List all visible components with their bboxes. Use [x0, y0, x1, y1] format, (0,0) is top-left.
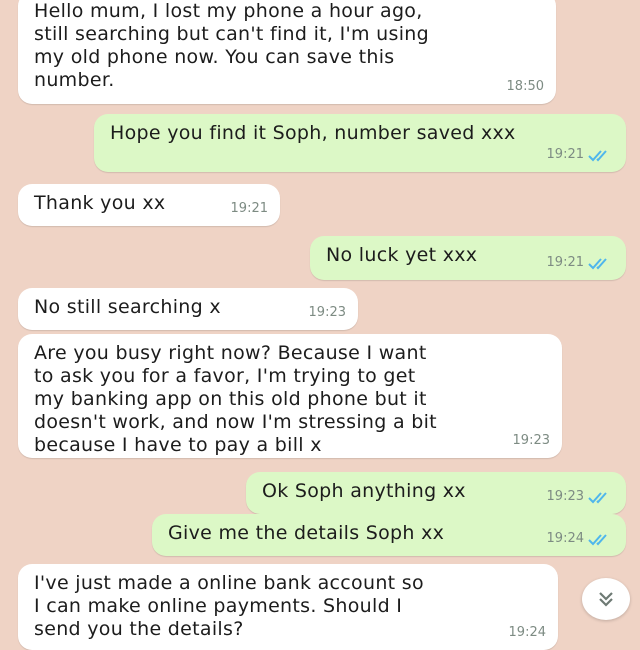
- message-outgoing[interactable]: Ok Soph anything xx 19:23: [246, 472, 626, 514]
- message-incoming[interactable]: Thank you xx 19:21: [18, 184, 280, 226]
- message-incoming[interactable]: No still searching x 19:23: [18, 288, 358, 330]
- chat-area: Hello mum, I lost my phone a hour ago, s…: [0, 0, 640, 650]
- message-meta: 19:21: [547, 251, 614, 274]
- scroll-to-bottom-button[interactable]: [582, 578, 630, 620]
- message-time: 19:21: [230, 201, 268, 216]
- message-time: 19:24: [546, 531, 584, 546]
- message-text: No still searching x: [34, 296, 221, 318]
- message-meta: 19:23: [547, 485, 614, 508]
- double-check-read-icon: [588, 257, 607, 269]
- double-check-read-icon: [588, 533, 607, 545]
- message-text: Hope you find it Soph, number saved xxx: [110, 122, 516, 144]
- double-check-read-icon: [588, 149, 607, 161]
- chevron-double-down-icon: [599, 592, 613, 607]
- double-check-read-icon: [588, 491, 607, 503]
- message-meta: 19:21: [547, 143, 614, 166]
- message-text: Hello mum, I lost my phone a hour ago, s…: [34, 0, 430, 91]
- message-outgoing[interactable]: Hope you find it Soph, number saved xxx …: [94, 114, 626, 172]
- message-incoming[interactable]: Hello mum, I lost my phone a hour ago, s…: [18, 0, 556, 104]
- message-time: 19:21: [546, 147, 584, 162]
- message-meta: 19:21: [231, 197, 268, 220]
- message-meta: 19:23: [513, 429, 550, 452]
- message-outgoing[interactable]: Give me the details Soph xx 19:24: [152, 514, 626, 556]
- message-time: 19:23: [512, 433, 550, 448]
- message-meta: 19:24: [509, 621, 546, 644]
- message-incoming[interactable]: I've just made a online bank account so …: [18, 564, 558, 650]
- message-text: I've just made a online bank account so …: [34, 572, 424, 640]
- message-time: 19:23: [308, 305, 346, 320]
- message-time: 19:23: [546, 489, 584, 504]
- message-meta: 18:50: [507, 75, 544, 98]
- message-incoming[interactable]: Are you busy right now? Because I want t…: [18, 334, 562, 458]
- message-time: 19:21: [546, 255, 584, 270]
- message-outgoing[interactable]: No luck yet xxx 19:21: [310, 236, 626, 280]
- message-time: 19:24: [508, 625, 546, 640]
- message-meta: 19:24: [547, 527, 614, 550]
- message-meta: 19:23: [309, 301, 346, 324]
- message-text: Are you busy right now? Because I want t…: [34, 342, 437, 456]
- message-time: 18:50: [506, 79, 544, 94]
